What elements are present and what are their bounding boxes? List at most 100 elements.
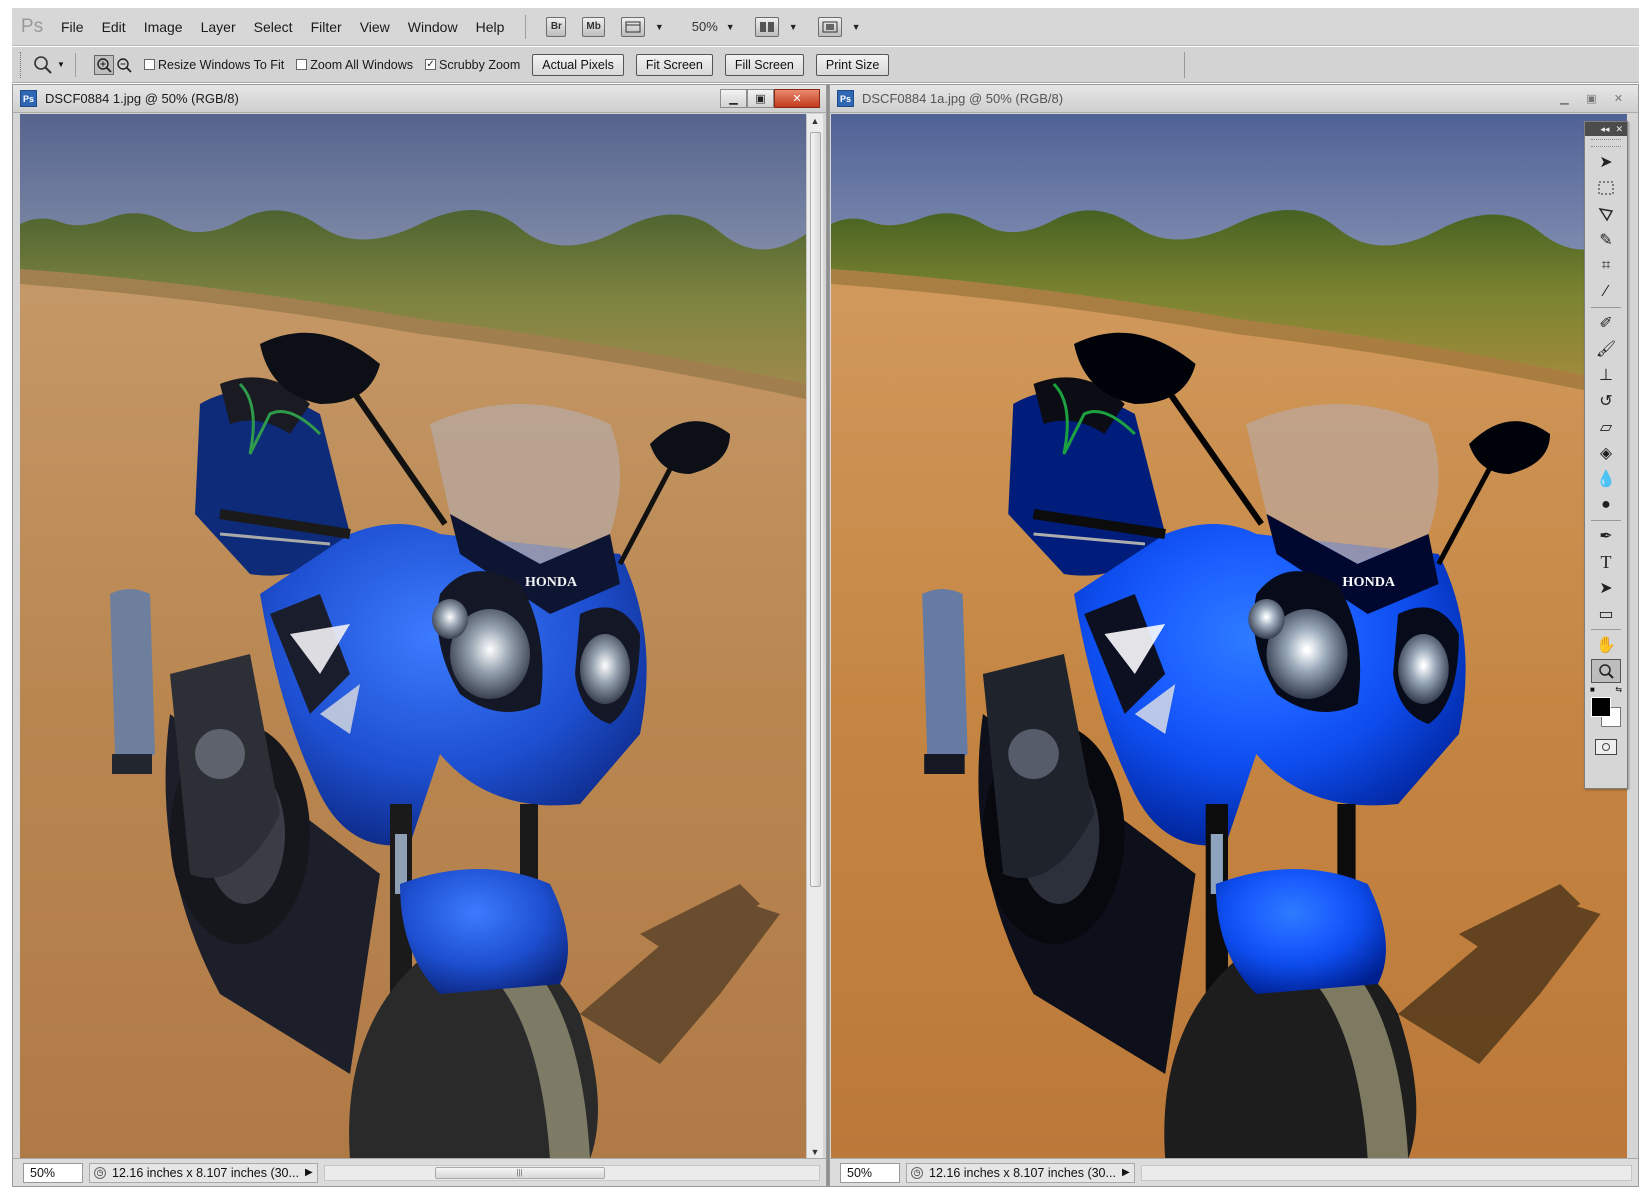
menu-file[interactable]: File (52, 19, 93, 35)
document-2-canvas[interactable]: HONDA (831, 114, 1627, 1159)
clone-stamp-tool-icon[interactable]: ⊥ (1591, 363, 1621, 387)
scrubby-zoom-box[interactable]: ✓ (425, 59, 437, 70)
menu-select[interactable]: Select (245, 19, 302, 35)
paint-bucket-tool-icon[interactable]: ◈ (1591, 441, 1621, 465)
zoom-tool-icon (34, 55, 52, 74)
zoom-all-box[interactable] (296, 59, 308, 70)
tool-preset-picker[interactable]: ▼ (33, 55, 69, 75)
maximize-icon[interactable]: ▣ (747, 89, 774, 108)
scroll-down-icon[interactable]: ▼ (807, 1147, 823, 1157)
zoom-level-dropdown[interactable]: 50% (692, 19, 718, 34)
document-2-info[interactable]: ◷ 12.16 inches x 8.107 inches (30... ▶ (906, 1162, 1135, 1183)
blur-tool-icon[interactable]: 💧 (1591, 467, 1621, 491)
print-size-button[interactable]: Print Size (815, 53, 890, 76)
horizontal-scroll-thumb[interactable]: ||| (434, 1166, 605, 1179)
hand-tool-icon[interactable]: ✋ (1591, 633, 1621, 657)
lasso-tool-icon[interactable] (1591, 202, 1621, 226)
document-2-titlebar[interactable]: Ps DSCF0884 1a.jpg @ 50% (RGB/8) ▁ ▣ ✕ (830, 85, 1638, 113)
maximize-icon[interactable]: ▣ (1578, 89, 1605, 108)
document-window-1[interactable]: Ps DSCF0884 1.jpg @ 50% (RGB/8) ▁ ▣ ✕ HO… (12, 84, 827, 1187)
zoom-in-button[interactable] (94, 54, 114, 75)
arrange-documents-button[interactable] (754, 16, 779, 37)
type-tool-icon[interactable]: T (1591, 550, 1621, 574)
zoom-mode-group (94, 54, 134, 75)
menu-edit[interactable]: Edit (93, 19, 135, 35)
rectangle-tool-icon[interactable]: ▭ (1591, 602, 1621, 626)
quick-mask-icon (1602, 743, 1610, 751)
move-tool-icon[interactable]: ➤ (1591, 150, 1621, 174)
menu-window[interactable]: Window (399, 19, 467, 35)
quick-selection-tool-icon[interactable]: ✎ (1591, 228, 1621, 252)
collapse-panel-icon[interactable]: ◂◂ (1600, 124, 1609, 135)
scroll-up-icon[interactable]: ▲ (807, 116, 823, 126)
scrubby-zoom-checkbox[interactable]: ✓ Scrubby Zoom (425, 58, 520, 72)
status-menu-arrow-icon[interactable]: ▶ (305, 1167, 313, 1178)
document-2-size-text: 12.16 inches x 8.107 inches (30... (929, 1165, 1116, 1180)
tools-panel-grip[interactable] (1591, 139, 1621, 147)
mini-bridge-button[interactable]: Mb (582, 16, 605, 37)
close-icon[interactable]: ✕ (774, 89, 820, 108)
document-1-window-controls: ▁ ▣ ✕ (720, 89, 820, 108)
screen-mode-button[interactable] (817, 16, 842, 37)
view-extras-icon (625, 21, 641, 32)
resize-windows-box[interactable] (144, 59, 155, 70)
document-1-size-text: 12.16 inches x 8.107 inches (30... (112, 1165, 299, 1180)
close-panel-icon[interactable]: ✕ (1615, 124, 1623, 135)
fill-screen-button[interactable]: Fill Screen (724, 53, 804, 76)
minimize-icon[interactable]: ▁ (720, 89, 747, 108)
dodge-tool-icon[interactable]: ● (1591, 493, 1621, 517)
options-grip[interactable] (20, 51, 23, 78)
healing-brush-tool-icon[interactable]: ✐ (1591, 311, 1621, 335)
document-1-zoom-field[interactable]: 50% (23, 1162, 83, 1183)
document-window-2[interactable]: Ps DSCF0884 1a.jpg @ 50% (RGB/8) ▁ ▣ ✕ H… (829, 84, 1639, 1187)
swap-colors-icon[interactable]: ⇆ (1615, 685, 1622, 694)
status-menu-arrow-icon[interactable]: ▶ (1122, 1167, 1130, 1178)
marquee-tool-icon[interactable] (1591, 176, 1621, 200)
view-extras-button[interactable] (620, 16, 645, 37)
fit-screen-button[interactable]: Fit Screen (635, 53, 713, 76)
document-1-titlebar[interactable]: Ps DSCF0884 1.jpg @ 50% (RGB/8) ▁ ▣ ✕ (13, 85, 826, 113)
eraser-tool-icon[interactable]: ▱ (1591, 415, 1621, 439)
quick-mask-button[interactable] (1595, 739, 1617, 755)
motorcycle-photo: HONDA (20, 114, 806, 1159)
zoom-all-windows-checkbox[interactable]: Zoom All Windows (296, 58, 413, 72)
zoom-dropdown-icon[interactable]: ▼ (726, 22, 735, 32)
history-brush-tool-icon[interactable]: ↺ (1591, 389, 1621, 413)
document-2-horizontal-scrollbar[interactable] (1140, 1164, 1632, 1181)
resize-windows-checkbox[interactable]: Resize Windows To Fit (144, 58, 284, 72)
close-icon[interactable]: ✕ (1605, 89, 1632, 108)
minimize-icon[interactable]: ▁ (1551, 89, 1578, 108)
preset-dropdown-icon: ▼ (57, 60, 65, 69)
zoom-tool-icon[interactable] (1591, 659, 1621, 683)
path-selection-tool-icon[interactable]: ➤ (1591, 576, 1621, 600)
default-colors-icon[interactable]: ■ (1590, 685, 1595, 694)
pen-tool-icon[interactable]: ✒ (1591, 524, 1621, 548)
document-1-vertical-scrollbar[interactable]: ▲ ▼ (806, 114, 823, 1159)
menu-filter[interactable]: Filter (302, 19, 351, 35)
view-extras-dropdown-icon[interactable]: ▼ (655, 22, 664, 32)
vertical-scroll-thumb[interactable] (810, 132, 821, 887)
menu-view[interactable]: View (351, 19, 399, 35)
arrange-dropdown-icon[interactable]: ▼ (789, 22, 798, 32)
menu-layer[interactable]: Layer (192, 19, 245, 35)
zoom-all-label: Zoom All Windows (310, 57, 414, 72)
brush-tool-icon[interactable]: 🖌 (1591, 337, 1621, 361)
eyedropper-tool-icon[interactable]: ⁄ (1591, 280, 1621, 304)
menu-help[interactable]: Help (467, 19, 514, 35)
actual-pixels-button[interactable]: Actual Pixels (532, 53, 624, 76)
document-1-canvas[interactable]: HONDA (20, 114, 806, 1159)
zoom-in-icon (97, 57, 112, 73)
zoom-out-button[interactable] (114, 55, 134, 75)
menu-image[interactable]: Image (135, 19, 192, 35)
crop-tool-icon[interactable]: ⌗ (1591, 254, 1621, 278)
foreground-color-swatch[interactable] (1591, 697, 1611, 717)
document-2-zoom-field[interactable]: 50% (840, 1162, 900, 1183)
screen-mode-dropdown-icon[interactable]: ▼ (852, 22, 861, 32)
document-2-title: DSCF0884 1a.jpg @ 50% (RGB/8) (862, 91, 1064, 106)
menu-bar: Ps File Edit Image Layer Select Filter V… (12, 8, 1639, 46)
document-1-info[interactable]: ◷ 12.16 inches x 8.107 inches (30... ▶ (89, 1162, 318, 1183)
bridge-button[interactable]: Br (546, 16, 567, 37)
document-info-icon: ◷ (911, 1166, 923, 1179)
document-1-horizontal-scrollbar[interactable]: ||| (323, 1164, 820, 1181)
tools-panel-header[interactable]: ◂◂ ✕ (1585, 122, 1627, 136)
